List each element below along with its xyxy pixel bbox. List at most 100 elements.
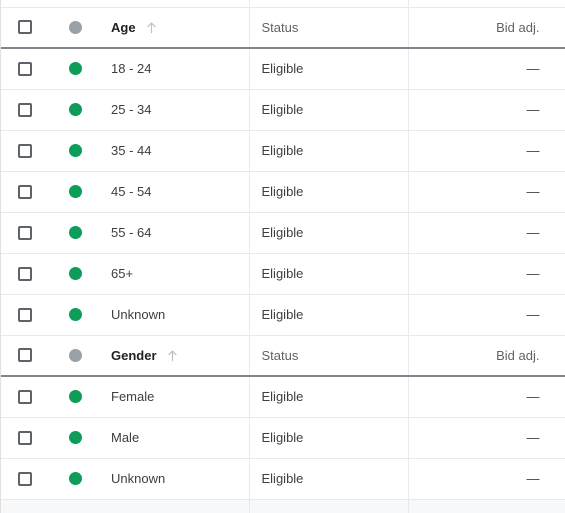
table-row[interactable]: 35 - 44 Eligible — [1, 130, 565, 172]
checkbox-icon[interactable] [18, 430, 32, 445]
column-header-bid-age[interactable]: Bid adj. [408, 7, 565, 49]
status-dot-green-icon [68, 308, 82, 321]
checkbox-icon[interactable] [18, 61, 32, 76]
row-bid-cell[interactable]: — [408, 48, 565, 90]
status-dot-cell-age-header [49, 7, 101, 49]
checkbox-icon[interactable] [18, 389, 32, 404]
row-bid-cell[interactable]: — [408, 212, 565, 254]
partial-cell-bid [408, 499, 565, 513]
partial-cell-status [249, 499, 409, 513]
sort-ascending-arrow-icon[interactable] [166, 349, 179, 362]
row-checkbox-cell[interactable] [1, 458, 49, 500]
row-bid-label: — [526, 225, 540, 240]
row-name-cell[interactable]: 18 - 24 [101, 48, 250, 90]
partial-cell-checkbox [1, 499, 49, 513]
row-name-label: Unknown [111, 471, 166, 486]
row-status-dot-cell [49, 417, 101, 459]
row-bid-cell[interactable]: — [408, 458, 565, 500]
row-name-cell[interactable]: Male [101, 417, 250, 459]
sort-ascending-arrow-icon[interactable] [145, 21, 158, 34]
row-checkbox-cell[interactable] [1, 253, 49, 295]
row-name-label: Female [111, 389, 155, 405]
spacer-cell-bid [408, 0, 565, 8]
row-status-cell: Eligible [249, 130, 409, 172]
row-name-cell[interactable]: Unknown [101, 294, 250, 336]
row-name-cell[interactable]: 45 - 54 [101, 171, 250, 213]
row-bid-cell[interactable]: — [408, 376, 565, 418]
column-header-bid-gender-label: Bid adj. [496, 347, 540, 363]
table-row[interactable]: Male Eligible — [1, 417, 565, 459]
select-all-cell-age[interactable] [1, 7, 49, 49]
row-name-cell[interactable]: Female [101, 376, 250, 418]
demographics-table-viewport[interactable]: Age Status Bid adj. 18 - 24 Eligible — 2… [0, 0, 565, 513]
status-dot-gray-icon [68, 20, 82, 34]
column-header-gender[interactable]: Gender [101, 335, 250, 377]
row-checkbox-cell[interactable] [1, 89, 49, 131]
row-bid-cell[interactable]: — [408, 89, 565, 131]
row-checkbox-cell[interactable] [1, 171, 49, 213]
row-status-label: Eligible [261, 102, 304, 117]
row-checkbox-cell[interactable] [1, 417, 49, 459]
row-bid-cell[interactable]: — [408, 171, 565, 213]
row-status-cell: Eligible [249, 417, 409, 459]
row-status-dot-cell [49, 458, 101, 500]
table-row[interactable]: 18 - 24 Eligible — [1, 48, 565, 90]
row-name-cell[interactable]: 55 - 64 [101, 212, 250, 254]
row-bid-cell[interactable]: — [408, 417, 565, 459]
checkbox-icon[interactable] [18, 184, 32, 199]
row-checkbox-cell[interactable] [1, 294, 49, 336]
column-header-status-gender[interactable]: Status [249, 335, 409, 377]
table-row[interactable]: Unknown Eligible — [1, 294, 565, 336]
status-dot-green-icon [68, 103, 82, 116]
row-name-cell[interactable]: 35 - 44 [101, 130, 250, 172]
checkbox-icon[interactable] [18, 102, 32, 117]
row-name-label: Male [111, 430, 140, 445]
checkbox-icon[interactable] [18, 143, 32, 158]
row-bid-cell[interactable]: — [408, 294, 565, 336]
column-header-age[interactable]: Age [101, 7, 250, 49]
group-header-row-age[interactable]: Age Status Bid adj. [1, 7, 565, 49]
column-header-status-age[interactable]: Status [249, 7, 409, 49]
row-bid-label: — [526, 471, 540, 486]
column-header-bid-age-label: Bid adj. [496, 19, 540, 35]
row-checkbox-cell[interactable] [1, 48, 49, 90]
row-name-cell[interactable]: Unknown [101, 458, 250, 500]
column-header-gender-wrap: Gender [101, 348, 249, 363]
checkbox-icon[interactable] [18, 471, 32, 486]
checkbox-icon[interactable] [18, 266, 32, 281]
table-row[interactable]: 25 - 34 Eligible — [1, 89, 565, 131]
table-row[interactable]: 55 - 64 Eligible — [1, 212, 565, 254]
status-dot-gray-icon [68, 348, 82, 362]
table-row[interactable]: Unknown Eligible — [1, 458, 565, 500]
checkbox-icon[interactable] [18, 348, 32, 363]
row-status-label: Eligible [261, 389, 304, 405]
column-header-status-gender-label: Status [261, 347, 299, 363]
checkbox-icon[interactable] [18, 307, 32, 322]
row-status-dot-cell [49, 376, 101, 418]
row-status-cell: Eligible [249, 48, 409, 90]
row-bid-cell[interactable]: — [408, 130, 565, 172]
partial-cell-dot [49, 499, 101, 513]
row-name-cell[interactable]: 25 - 34 [101, 89, 250, 131]
table-row[interactable]: 65+ Eligible — [1, 253, 565, 295]
table-row-partial[interactable] [1, 499, 565, 513]
select-all-cell-gender[interactable] [1, 335, 49, 377]
row-status-cell: Eligible [249, 294, 409, 336]
row-status-cell: Eligible [249, 253, 409, 295]
row-status-label: Eligible [261, 61, 304, 77]
row-checkbox-cell[interactable] [1, 376, 49, 418]
row-name-cell[interactable]: 65+ [101, 253, 250, 295]
checkbox-icon[interactable] [18, 225, 32, 240]
table-row[interactable]: Female Eligible — [1, 376, 565, 418]
row-name-label: 18 - 24 [111, 61, 152, 77]
status-dot-green-icon [68, 431, 82, 444]
row-bid-label: — [526, 430, 540, 445]
column-header-bid-gender[interactable]: Bid adj. [408, 335, 565, 377]
checkbox-icon[interactable] [18, 20, 32, 35]
table-row[interactable]: 45 - 54 Eligible — [1, 171, 565, 213]
row-checkbox-cell[interactable] [1, 212, 49, 254]
row-bid-cell[interactable]: — [408, 253, 565, 295]
group-header-row-gender[interactable]: Gender Status Bid adj. [1, 335, 565, 377]
row-checkbox-cell[interactable] [1, 130, 49, 172]
row-status-label: Eligible [261, 430, 304, 445]
